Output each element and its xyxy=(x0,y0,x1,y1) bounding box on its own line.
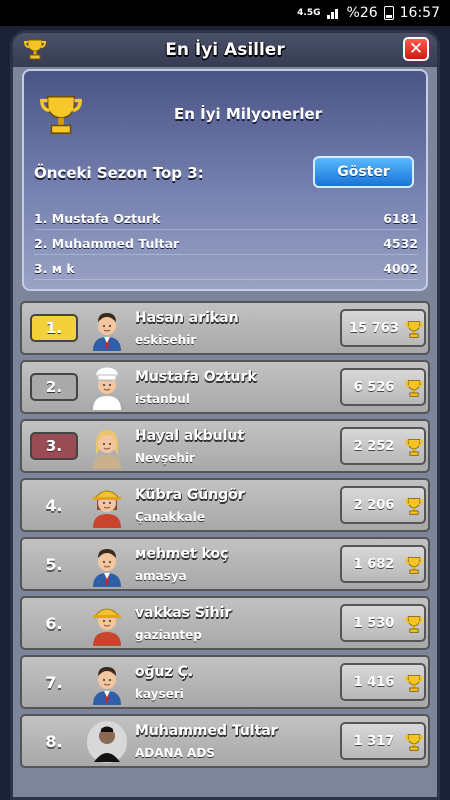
score-box: 1 416 xyxy=(340,663,426,701)
avatar xyxy=(93,667,121,705)
modal-header: En İyi Asiller ✕ xyxy=(13,33,437,67)
modal-title: En İyi Asiller xyxy=(165,40,285,60)
score-box: 1 682 xyxy=(340,545,426,583)
player-name: Muhammed Tultar xyxy=(135,723,278,739)
avatar xyxy=(93,313,121,351)
rank-badge: 8. xyxy=(45,731,63,751)
rank-badge: 5. xyxy=(45,554,63,574)
avatar xyxy=(93,608,121,646)
player-score: 1 416 xyxy=(353,675,395,690)
season-player-name: 2. Muhammed Tultar xyxy=(34,236,180,251)
leaderboard-modal: En İyi Asiller ✕ En İyi Milyonerler Önce… xyxy=(10,30,440,800)
trophy-icon xyxy=(404,675,424,692)
score-box: 15 763 xyxy=(340,309,426,347)
trophy-icon xyxy=(404,321,424,338)
season-player-score: 4002 xyxy=(383,261,418,276)
avatar xyxy=(93,366,121,410)
leaderboard-row[interactable]: 2. Mustafa Ozturk istanbul 6 526 xyxy=(20,360,430,414)
trophy-icon xyxy=(404,498,424,515)
player-name: Hayal akbulut xyxy=(135,428,245,444)
player-score: 1 530 xyxy=(353,616,395,631)
trophy-icon xyxy=(404,557,424,574)
player-score: 2 252 xyxy=(353,439,395,454)
close-icon: ✕ xyxy=(408,38,424,59)
trophy-icon xyxy=(404,616,424,633)
score-box: 2 206 xyxy=(340,486,426,524)
player-name: Hasan arikan xyxy=(135,310,239,326)
network-type: 4.5G xyxy=(297,7,321,18)
clock: 16:57 xyxy=(399,5,440,21)
player-city: istanbul xyxy=(135,392,190,406)
player-name: vakkas Sihir xyxy=(135,605,232,621)
player-city: Çanakkale xyxy=(135,510,205,524)
avatar xyxy=(93,490,121,528)
rank-badge: 1. xyxy=(30,314,78,342)
avatar xyxy=(93,430,121,469)
trophy-icon xyxy=(404,380,424,397)
season-top-row: 1. Mustafa Ozturk 6181 xyxy=(34,211,418,230)
leaderboard-row[interactable]: 1. Hasan arikan eskisehir 15 763 xyxy=(20,301,430,355)
player-name: Mustafa Ozturk xyxy=(135,369,257,385)
player-city: amasya xyxy=(135,569,187,583)
player-city: ADANA ADS xyxy=(135,746,215,760)
season-top-row: 3. м k 4002 xyxy=(34,261,418,280)
player-city: gaziantep xyxy=(135,628,202,642)
avatar xyxy=(93,549,121,587)
player-score: 1 317 xyxy=(353,734,395,749)
score-box: 2 252 xyxy=(340,427,426,465)
player-score: 6 526 xyxy=(353,380,395,395)
rank-badge: 7. xyxy=(45,672,63,692)
signal-icon xyxy=(326,7,341,19)
player-name: Kübra Güngör xyxy=(135,487,245,503)
trophy-icon xyxy=(404,734,424,751)
season-player-name: 1. Mustafa Ozturk xyxy=(34,211,161,226)
status-bar: 4.5G %26 16:57 xyxy=(0,0,450,26)
battery-icon xyxy=(383,6,394,20)
trophy-icon xyxy=(40,95,82,134)
trophy-icon xyxy=(23,39,47,60)
battery-percent: %26 xyxy=(346,5,378,21)
season-label: Önceki Sezon Top 3: xyxy=(34,164,204,182)
score-box: 6 526 xyxy=(340,368,426,406)
score-box: 1 530 xyxy=(340,604,426,642)
player-city: Nevşehir xyxy=(135,451,195,465)
player-city: eskisehir xyxy=(135,333,197,347)
panel-title: En İyi Milyonerler xyxy=(174,105,323,123)
player-name: oğuz Ç. xyxy=(135,664,194,680)
player-city: kayseri xyxy=(135,687,184,701)
leaderboard-row[interactable]: 6. vakkas Sihir gaziantep 1 530 xyxy=(20,596,430,650)
season-player-name: 3. м k xyxy=(34,261,75,276)
player-score: 1 682 xyxy=(353,557,395,572)
top-panel: En İyi Milyonerler Önceki Sezon Top 3: G… xyxy=(22,69,428,291)
player-score: 2 206 xyxy=(353,498,395,513)
leaderboard-row[interactable]: 8. Muhammed Tultar ADANA ADS 1 317 xyxy=(20,714,430,768)
rank-badge: 3. xyxy=(30,432,78,460)
rank-badge: 6. xyxy=(45,613,63,633)
leaderboard-row[interactable]: 4. Kübra Güngör Çanakkale 2 206 xyxy=(20,478,430,532)
season-top-row: 2. Muhammed Tultar 4532 xyxy=(34,236,418,255)
player-name: мehmet koç xyxy=(135,546,229,562)
score-box: 1 317 xyxy=(340,722,426,760)
leaderboard-row[interactable]: 3. Hayal akbulut Nevşehir 2 252 xyxy=(20,419,430,473)
rank-badge: 4. xyxy=(45,495,63,515)
season-player-score: 4532 xyxy=(383,236,418,251)
avatar xyxy=(87,721,127,763)
trophy-icon xyxy=(404,439,424,456)
rank-badge: 2. xyxy=(30,373,78,401)
leaderboard-row[interactable]: 5. мehmet koç amasya 1 682 xyxy=(20,537,430,591)
player-score: 15 763 xyxy=(349,321,399,336)
show-button[interactable]: Göster xyxy=(313,156,414,188)
season-player-score: 6181 xyxy=(383,211,418,226)
leaderboard-row[interactable]: 7. oğuz Ç. kayseri 1 416 xyxy=(20,655,430,709)
close-button[interactable]: ✕ xyxy=(403,37,429,61)
